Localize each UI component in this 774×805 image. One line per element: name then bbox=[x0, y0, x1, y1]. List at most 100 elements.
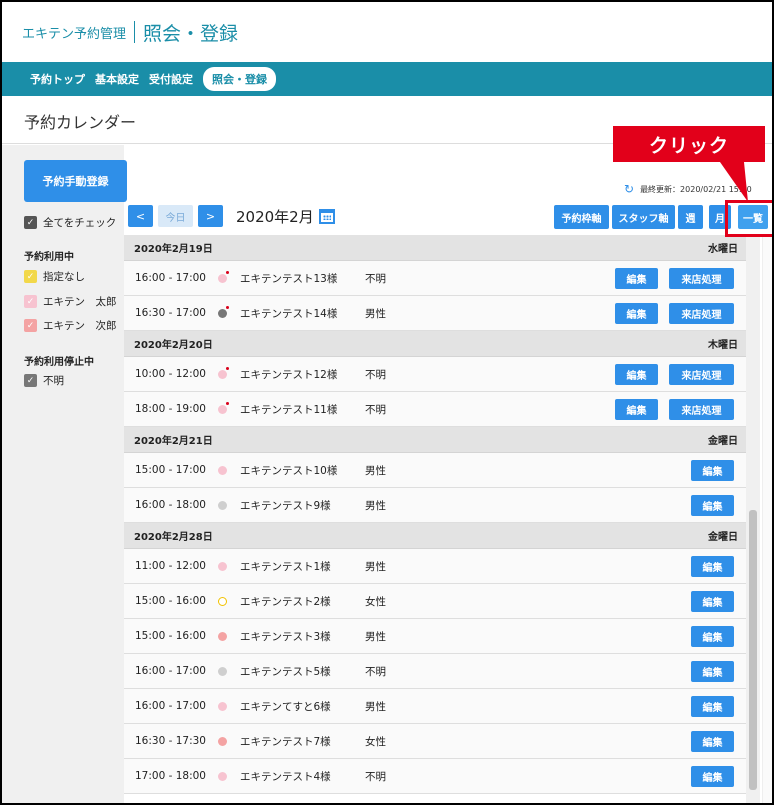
screenshot-frame: エキテン予約管理 照会・登録 予約トップ 基本設定 受付設定 照会・登録 予約カ… bbox=[0, 0, 774, 805]
view-slot-axis-button[interactable]: 予約枠軸 bbox=[554, 205, 609, 229]
check-icon: ✓ bbox=[24, 295, 37, 308]
date-label: 2020年2月20日 bbox=[134, 340, 213, 351]
view-week-button[interactable]: 週 bbox=[678, 205, 703, 229]
new-mark-icon bbox=[226, 401, 229, 405]
nav-item-inquiry-register[interactable]: 照会・登録 bbox=[203, 67, 276, 91]
app-header: エキテン予約管理 照会・登録 bbox=[2, 2, 772, 62]
reservation-time: 15:00 - 16:00 bbox=[135, 630, 206, 642]
edit-button[interactable]: 編集 bbox=[691, 495, 734, 516]
check-icon: ✓ bbox=[24, 270, 37, 283]
customer-name: エキテンテスト14様 bbox=[240, 307, 338, 320]
staff-color-dot bbox=[218, 401, 229, 414]
customer-name: エキテンテスト9様 bbox=[240, 499, 331, 512]
customer-name: エキテンてすと6様 bbox=[240, 700, 331, 713]
new-mark-icon bbox=[226, 305, 229, 309]
reservation-row[interactable]: 16:00 - 18:00 エキテンテスト9様 男性 編集 bbox=[124, 488, 746, 523]
customer-gender: 男性 bbox=[365, 464, 386, 477]
reservation-time: 16:30 - 17:30 bbox=[135, 735, 206, 747]
visit-process-button[interactable]: 来店処理 bbox=[669, 364, 734, 385]
last-updated-text: 最終更新：2020/02/21 15:00 bbox=[640, 184, 752, 194]
edit-button[interactable]: 編集 bbox=[691, 591, 734, 612]
staff-filter-jiro[interactable]: ✓ エキテン 次郎 bbox=[24, 318, 117, 333]
reservation-row[interactable]: 15:00 - 16:00 エキテンテスト2様 女性 編集 bbox=[124, 584, 746, 619]
new-mark-icon bbox=[226, 270, 229, 274]
customer-name: エキテンテスト4様 bbox=[240, 770, 331, 783]
edit-button[interactable]: 編集 bbox=[615, 303, 658, 324]
reservation-row[interactable]: 16:30 - 17:00 エキテンテスト14様 男性 編集 来店処理 bbox=[124, 296, 746, 331]
staff-filter-label: エキテン 次郎 bbox=[43, 320, 117, 332]
month-label: 2020年2月 bbox=[236, 205, 335, 227]
staff-filter-taro[interactable]: ✓ エキテン 太郎 bbox=[24, 294, 117, 309]
customer-gender: 男性 bbox=[365, 307, 386, 320]
today-button[interactable]: 今日 bbox=[158, 205, 193, 227]
customer-gender: 男性 bbox=[365, 700, 386, 713]
edit-button[interactable]: 編集 bbox=[691, 766, 734, 787]
staff-filter-label: 指定なし bbox=[43, 271, 85, 283]
customer-name: エキテンテスト11様 bbox=[240, 403, 338, 416]
last-updated: ↻ 最終更新：2020/02/21 15:00 bbox=[624, 182, 752, 196]
visit-process-button[interactable]: 来店処理 bbox=[669, 399, 734, 420]
reservation-row[interactable]: 18:00 - 19:00 エキテンテスト11様 不明 編集 来店処理 bbox=[124, 392, 746, 427]
app-title[interactable]: エキテン予約管理 bbox=[22, 23, 126, 42]
weekday-label: 金曜日 bbox=[708, 532, 738, 543]
title-divider bbox=[134, 21, 136, 43]
check-all-checkbox[interactable]: ✓ 全てをチェック bbox=[24, 215, 116, 230]
reservation-row[interactable]: 16:00 - 17:00 エキテンテスト5様 不明 編集 bbox=[124, 654, 746, 689]
reservation-row[interactable]: 16:00 - 17:00 エキテンテスト13様 不明 編集 来店処理 bbox=[124, 261, 746, 296]
scrollbar-thumb[interactable] bbox=[749, 510, 757, 790]
staff-color-dot bbox=[218, 465, 227, 475]
list-scrollbar[interactable] bbox=[746, 235, 760, 803]
reservation-row[interactable]: 16:30 - 17:30 エキテンテスト7様 女性 編集 bbox=[124, 724, 746, 759]
staff-filter-unknown[interactable]: ✓ 不明 bbox=[24, 373, 64, 388]
visit-process-button[interactable]: 来店処理 bbox=[669, 303, 734, 324]
reservation-time: 15:00 - 17:00 bbox=[135, 464, 206, 476]
staff-color-dot bbox=[218, 561, 227, 571]
calendar-toolbar: < 今日 > 2020年2月 予約枠軸 スタッフ軸 週 月 一覧 bbox=[124, 205, 772, 232]
reservation-row[interactable]: 11:00 - 12:00 エキテンテスト1様 男性 編集 bbox=[124, 549, 746, 584]
date-label: 2020年2月19日 bbox=[134, 244, 213, 255]
customer-name: エキテンテスト3様 bbox=[240, 630, 331, 643]
visit-process-button[interactable]: 来店処理 bbox=[669, 268, 734, 289]
staff-color-dot bbox=[218, 270, 229, 283]
edit-button[interactable]: 編集 bbox=[691, 696, 734, 717]
edit-button[interactable]: 編集 bbox=[615, 268, 658, 289]
reservation-time: 16:00 - 17:00 bbox=[135, 700, 206, 712]
reservation-time: 16:00 - 17:00 bbox=[135, 272, 206, 284]
edit-button[interactable]: 編集 bbox=[691, 626, 734, 647]
page-scrollbar[interactable] bbox=[762, 235, 772, 803]
edit-button[interactable]: 編集 bbox=[691, 460, 734, 481]
customer-name: エキテンテスト7様 bbox=[240, 735, 331, 748]
edit-button[interactable]: 編集 bbox=[691, 731, 734, 752]
refresh-icon[interactable]: ↻ bbox=[624, 182, 634, 196]
reservation-time: 11:00 - 12:00 bbox=[135, 560, 206, 572]
reservation-row[interactable]: 15:00 - 17:00 エキテンテスト10様 男性 編集 bbox=[124, 453, 746, 488]
main-nav: 予約トップ 基本設定 受付設定 照会・登録 bbox=[2, 62, 772, 96]
nav-item-reservation-top[interactable]: 予約トップ bbox=[30, 71, 85, 87]
reservation-row[interactable]: 16:00 - 17:00 エキテンてすと6様 男性 編集 bbox=[124, 689, 746, 724]
staff-color-dot bbox=[218, 736, 227, 746]
weekday-label: 水曜日 bbox=[708, 244, 738, 255]
nav-item-basic-settings[interactable]: 基本設定 bbox=[95, 71, 139, 87]
next-month-button[interactable]: > bbox=[198, 205, 223, 227]
staff-filter-unassigned[interactable]: ✓ 指定なし bbox=[24, 269, 85, 284]
reservation-row[interactable]: 15:00 - 16:00 エキテンテスト3様 男性 編集 bbox=[124, 619, 746, 654]
edit-button[interactable]: 編集 bbox=[691, 661, 734, 682]
manual-register-button[interactable]: 予約手動登録 bbox=[24, 160, 127, 202]
check-all-label: 全てをチェック bbox=[43, 217, 117, 229]
edit-button[interactable]: 編集 bbox=[615, 364, 658, 385]
nav-item-reception-settings[interactable]: 受付設定 bbox=[149, 71, 193, 87]
edit-button[interactable]: 編集 bbox=[615, 399, 658, 420]
reservation-row[interactable]: 17:00 - 18:00 エキテンテスト4様 不明 編集 bbox=[124, 759, 746, 794]
reservation-row[interactable]: 10:00 - 12:00 エキテンテスト12様 不明 編集 来店処理 bbox=[124, 357, 746, 392]
view-staff-axis-button[interactable]: スタッフ軸 bbox=[612, 205, 675, 229]
calendar-icon[interactable] bbox=[318, 208, 335, 224]
check-icon: ✓ bbox=[24, 374, 37, 387]
edit-button[interactable]: 編集 bbox=[691, 556, 734, 577]
customer-gender: 不明 bbox=[365, 272, 386, 285]
customer-name: エキテンテスト10様 bbox=[240, 464, 338, 477]
reservation-time: 16:00 - 18:00 bbox=[135, 499, 206, 511]
customer-gender: 不明 bbox=[365, 368, 386, 381]
customer-gender: 男性 bbox=[365, 630, 386, 643]
prev-month-button[interactable]: < bbox=[128, 205, 153, 227]
customer-gender: 不明 bbox=[365, 770, 386, 783]
